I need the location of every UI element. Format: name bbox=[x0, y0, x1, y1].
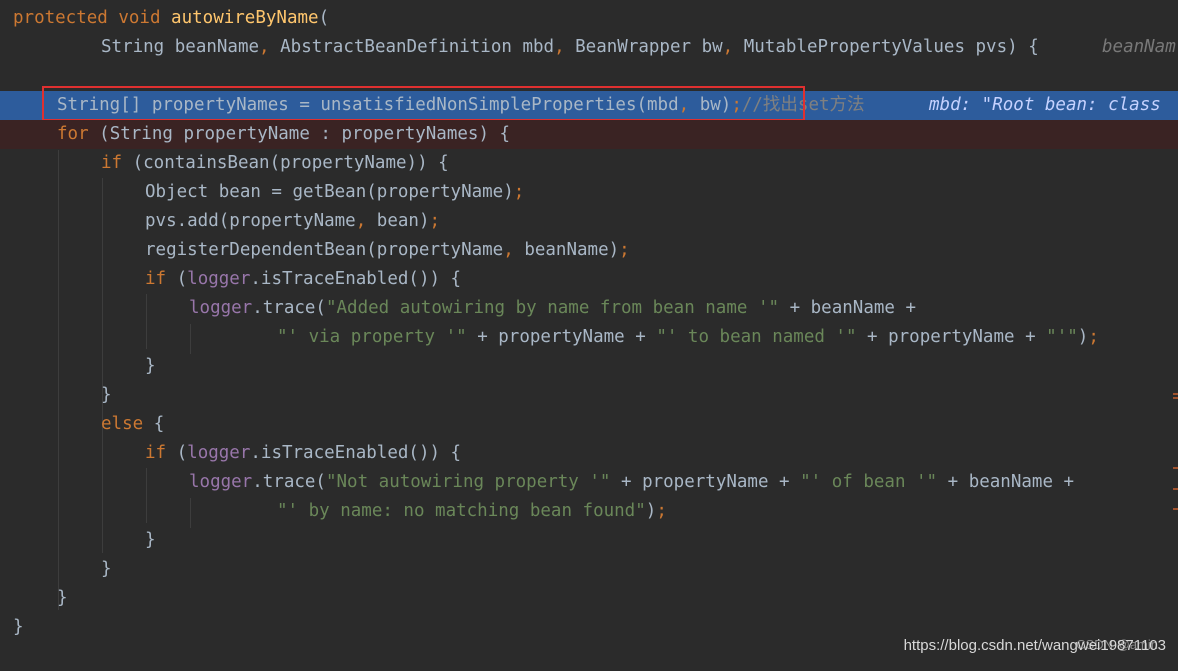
string-literal: "' via property '" bbox=[277, 327, 467, 347]
code-text: } bbox=[145, 530, 156, 550]
string-literal: "' to bean named '" bbox=[656, 327, 857, 347]
code-line-8[interactable]: pvs.add(propertyName, bean); bbox=[0, 207, 1178, 236]
inline-debug-hint: mbd: "Root bean: class bbox=[929, 95, 1161, 115]
code-text: Object bean = getBean(propertyName) bbox=[145, 182, 514, 202]
code-text: } bbox=[57, 588, 68, 608]
code-text: + propertyName + bbox=[610, 472, 801, 492]
field-name: logger bbox=[187, 443, 251, 463]
comma: , bbox=[259, 37, 281, 57]
code-line-17[interactable]: logger.trace("Not autowiring property '"… bbox=[0, 468, 1178, 497]
semicolon: ; bbox=[619, 240, 630, 260]
field-name: logger bbox=[189, 298, 253, 318]
code-line-1[interactable]: protected void autowireByName( bbox=[0, 4, 1178, 33]
code-text: + beanName + bbox=[937, 472, 1075, 492]
field-name: logger bbox=[187, 269, 251, 289]
inline-debug-hint: beanNam bbox=[1102, 37, 1176, 57]
string-literal: "' of bean '" bbox=[800, 472, 938, 492]
comma: , bbox=[355, 211, 377, 231]
string-literal: "Added autowiring by name from bean name… bbox=[325, 298, 780, 318]
code-text: beanName) bbox=[524, 240, 620, 260]
code-text: .isTraceEnabled()) { bbox=[250, 269, 462, 289]
code-text: ) bbox=[1077, 327, 1089, 347]
comma: , bbox=[554, 37, 576, 57]
code-text: ( bbox=[176, 443, 188, 463]
error-stripe-mark[interactable] bbox=[1173, 467, 1178, 469]
keyword: else bbox=[101, 414, 154, 434]
code-line-18[interactable]: "' by name: no matching bean found"); bbox=[0, 497, 1178, 526]
code-line-19[interactable]: } bbox=[0, 526, 1178, 555]
code-text: registerDependentBean(propertyName bbox=[145, 240, 504, 260]
method-name: autowireByName bbox=[171, 8, 319, 28]
code-text: MutablePropertyValues pvs) { bbox=[743, 37, 1039, 57]
code-text: + beanName + bbox=[779, 298, 916, 318]
keyword: for bbox=[57, 124, 100, 144]
keyword: if bbox=[101, 153, 133, 173]
code-text: (String propertyName : propertyNames) { bbox=[99, 124, 511, 144]
error-stripe-mark[interactable] bbox=[1173, 508, 1178, 510]
semicolon: ; bbox=[429, 211, 441, 231]
semicolon: ; bbox=[656, 501, 667, 521]
error-stripe-mark[interactable] bbox=[1173, 488, 1178, 490]
error-stripe-mark[interactable] bbox=[1173, 393, 1178, 395]
highlight-box bbox=[42, 86, 805, 121]
code-line-20[interactable]: } bbox=[0, 555, 1178, 584]
code-line-2[interactable]: String beanName, AbstractBeanDefinition … bbox=[0, 33, 1178, 62]
code-text: pvs.add(propertyName bbox=[145, 211, 356, 231]
code-text: .trace( bbox=[252, 298, 326, 318]
code-line-12[interactable]: "' via property '" + propertyName + "' t… bbox=[0, 323, 1178, 352]
code-text: + propertyName + bbox=[856, 327, 1047, 347]
code-line-7[interactable]: Object bean = getBean(propertyName); bbox=[0, 178, 1178, 207]
code-text: } bbox=[13, 617, 24, 637]
url-watermark: https://blog.csdn.net/wangwei19871103 bbox=[903, 637, 1166, 654]
code-text: AbstractBeanDefinition mbd bbox=[280, 37, 555, 57]
code-text: (containsBean(propertyName)) { bbox=[132, 153, 449, 173]
string-literal: "Not autowiring property '" bbox=[325, 472, 611, 492]
code-text: BeanWrapper bw bbox=[575, 37, 723, 57]
code-text: { bbox=[153, 414, 165, 434]
code-line-21[interactable]: } bbox=[0, 584, 1178, 613]
code-text: String beanName bbox=[101, 37, 260, 57]
string-literal: "'" bbox=[1046, 327, 1078, 347]
code-text: } bbox=[101, 385, 112, 405]
keyword: protected void bbox=[13, 8, 172, 28]
code-line-9[interactable]: registerDependentBean(propertyName, bean… bbox=[0, 236, 1178, 265]
semicolon: ; bbox=[513, 182, 525, 202]
code-line-14[interactable]: } bbox=[0, 381, 1178, 410]
code-text: .trace( bbox=[252, 472, 326, 492]
string-literal: "' by name: no matching bean found" bbox=[277, 501, 646, 521]
code-text: ( bbox=[318, 8, 330, 28]
code-text: } bbox=[145, 356, 156, 376]
code-text: + propertyName + bbox=[466, 327, 657, 347]
code-line-10[interactable]: if (logger.isTraceEnabled()) { bbox=[0, 265, 1178, 294]
code-line-5[interactable]: for (String propertyName : propertyNames… bbox=[0, 120, 1178, 149]
code-text: bean) bbox=[376, 211, 430, 231]
keyword: if bbox=[145, 443, 177, 463]
code-line-16[interactable]: if (logger.isTraceEnabled()) { bbox=[0, 439, 1178, 468]
semicolon: ; bbox=[1088, 327, 1099, 347]
code-line-11[interactable]: logger.trace("Added autowiring by name f… bbox=[0, 294, 1178, 323]
field-name: logger bbox=[189, 472, 253, 492]
code-text: ) bbox=[645, 501, 657, 521]
code-line-13[interactable]: } bbox=[0, 352, 1178, 381]
code-text: ( bbox=[176, 269, 188, 289]
code-text: } bbox=[101, 559, 112, 579]
comma: , bbox=[722, 37, 744, 57]
code-line-15[interactable]: else { bbox=[0, 410, 1178, 439]
keyword: if bbox=[145, 269, 177, 289]
comma: , bbox=[503, 240, 525, 260]
error-stripe-mark[interactable] bbox=[1173, 397, 1178, 399]
code-line-6[interactable]: if (containsBean(propertyName)) { bbox=[0, 149, 1178, 178]
code-text: .isTraceEnabled()) { bbox=[250, 443, 462, 463]
